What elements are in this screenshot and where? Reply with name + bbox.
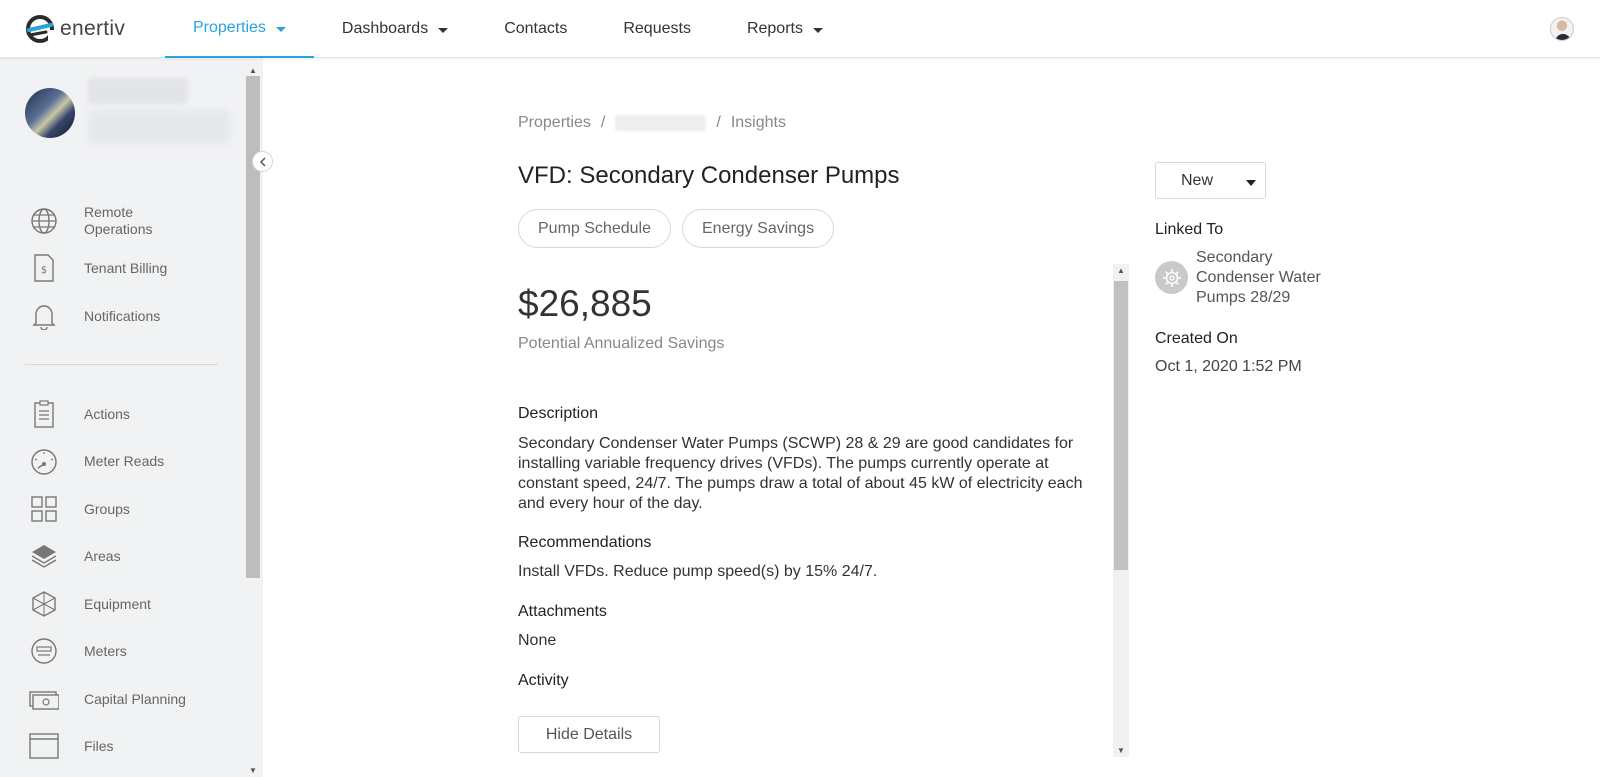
sidebar-item-remote-operations[interactable]: Remote Operations [25, 204, 235, 238]
description-heading: Description [518, 405, 599, 422]
nav-contacts[interactable]: Contacts [476, 0, 595, 58]
property-avatar[interactable] [25, 88, 75, 138]
breadcrumb-separator: / [600, 114, 606, 131]
sidebar-item-label: Remote Operations [84, 204, 153, 237]
chevron-down-icon [1246, 180, 1256, 186]
attachments-text: None [518, 632, 557, 649]
scroll-up-icon[interactable]: ▲ [249, 66, 257, 75]
nav-dashboards-label: Dashboards [341, 20, 429, 37]
sidebar-item-actions[interactable]: Actions [25, 399, 235, 429]
page-title: VFD: Secondary Condenser Pumps [518, 162, 900, 189]
sidebar-item-equipment[interactable]: Equipment [25, 589, 235, 619]
description-line: installing variable frequency drives (VF… [518, 455, 1049, 472]
enertiv-logo[interactable]: enertiv [24, 13, 125, 45]
linked-equipment-link[interactable]: Secondary Condenser Water Pumps 28/29 [1196, 248, 1346, 308]
breadcrumb-property-redacted[interactable] [615, 115, 707, 131]
description-line: Secondary Condenser Water Pumps (SCWP) 2… [518, 435, 1074, 452]
recommendations-text: Install VFDs. Reduce pump speed(s) by 15… [518, 563, 878, 580]
layers-icon [25, 541, 63, 571]
logo-mark-icon [26, 15, 56, 43]
sidebar-item-tenant-billing[interactable]: $ Tenant Billing [25, 253, 235, 283]
savings-amount: $26,885 [518, 283, 652, 324]
nav-reports[interactable]: Reports [719, 0, 851, 58]
tag-energy-savings[interactable]: Energy Savings [682, 209, 835, 248]
attachments-heading: Attachments [518, 603, 607, 620]
sidebar-item-label: Meters [84, 642, 127, 659]
chevron-down-icon [438, 27, 449, 33]
folder-icon [25, 731, 63, 761]
created-on-label: Created On [1155, 330, 1238, 347]
sidebar-item-label: Tenant Billing [84, 259, 168, 276]
sidebar-item-groups[interactable]: Groups [25, 494, 235, 524]
created-on-value: Oct 1, 2020 1:52 PM [1155, 358, 1302, 375]
description-line: constant speed, 24/7. The pumps draw a t… [518, 475, 1083, 492]
description-line: and every hour of the day. [518, 495, 703, 512]
sidebar-item-label: Equipment [84, 595, 151, 612]
breadcrumb-current: Insights [730, 114, 786, 131]
chevron-left-icon [259, 156, 266, 167]
property-name-redacted [88, 78, 188, 104]
chevron-down-icon [275, 26, 286, 32]
scroll-down-icon[interactable]: ▼ [249, 766, 257, 775]
activity-heading: Activity [518, 672, 569, 689]
cube-icon [25, 589, 63, 619]
breadcrumb-separator: / [716, 114, 721, 131]
top-navbar: enertiv Properties Dashboards Contacts R… [0, 0, 1600, 58]
grid-icon [25, 494, 63, 524]
status-value: New [1181, 171, 1214, 189]
clipboard-icon [25, 399, 63, 429]
status-dropdown[interactable]: New [1155, 162, 1266, 199]
savings-label: Potential Annualized Savings [518, 335, 725, 352]
nav-dashboards[interactable]: Dashboards [314, 0, 476, 58]
sidebar-item-label: Notifications [84, 307, 161, 324]
scroll-down-icon[interactable]: ▼ [1117, 746, 1125, 755]
sidebar-item-label: Capital Planning [84, 690, 186, 707]
linked-line: Condenser Water [1196, 269, 1321, 286]
nav-requests[interactable]: Requests [595, 0, 719, 58]
breadcrumb-properties-link[interactable]: Properties [518, 114, 591, 132]
content-scroll-thumb[interactable] [1114, 281, 1128, 570]
bell-icon [25, 301, 63, 331]
sidebar-item-notifications[interactable]: Notifications [25, 301, 235, 331]
sidebar-item-label: Actions [84, 405, 130, 422]
linked-to-label: Linked To [1155, 221, 1224, 238]
sidebar-item-meters[interactable]: Meters [25, 636, 235, 666]
sidebar-item-meter-reads[interactable]: Meter Reads [25, 446, 235, 476]
sidebar-item-label: Files [84, 737, 114, 754]
sidebar-item-label: Areas [84, 547, 121, 564]
nav-requests-label: Requests [623, 20, 691, 37]
hide-details-button[interactable]: Hide Details [518, 716, 660, 753]
linked-line: Secondary [1196, 249, 1273, 266]
main-nav: Properties Dashboards Contacts Requests … [165, 0, 851, 58]
gear-icon [1155, 261, 1188, 294]
nav-properties-label: Properties [193, 19, 266, 36]
breadcrumb: Properties / / Insights [518, 114, 786, 132]
invoice-dollar-icon: $ [25, 253, 63, 283]
money-icon [25, 684, 63, 714]
gauge-icon [25, 446, 63, 476]
tag-pump-schedule[interactable]: Pump Schedule [518, 209, 671, 248]
nav-properties[interactable]: Properties [165, 0, 314, 58]
sidebar-item-capital-planning[interactable]: Capital Planning [25, 684, 235, 714]
recommendations-heading: Recommendations [518, 534, 652, 551]
meter-icon [25, 636, 63, 666]
sidebar-item-files[interactable]: Files [25, 731, 235, 761]
sidebar-divider [25, 364, 218, 365]
user-avatar[interactable] [1550, 17, 1574, 41]
scroll-up-icon[interactable]: ▲ [1117, 266, 1125, 275]
svg-text:$: $ [41, 265, 47, 276]
logo-text: enertiv [60, 17, 126, 40]
collapse-sidebar-button[interactable] [252, 151, 273, 172]
content-scrollbar[interactable]: ▲ ▼ [1113, 264, 1129, 757]
description-text: Secondary Condenser Water Pumps (SCWP) 2… [518, 434, 1118, 514]
globe-icon [25, 206, 63, 236]
nav-contacts-label: Contacts [504, 20, 568, 37]
sidebar-item-label: Meter Reads [84, 452, 165, 469]
sidebar-item-label: Groups [84, 500, 130, 517]
chevron-down-icon [812, 27, 823, 33]
linked-line: Pumps 28/29 [1196, 289, 1291, 306]
nav-reports-label: Reports [746, 20, 803, 37]
sidebar-item-areas[interactable]: Areas [25, 541, 235, 571]
property-address-redacted [88, 110, 230, 144]
